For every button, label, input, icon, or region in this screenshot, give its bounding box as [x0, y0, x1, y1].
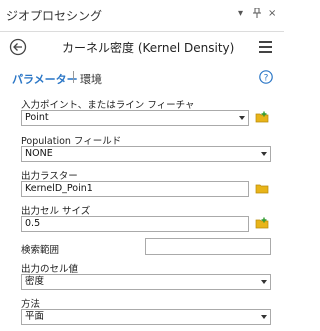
- output-raster-value: KernelD_Poin1: [25, 183, 93, 194]
- search-radius-input[interactable]: [145, 238, 271, 255]
- output-raster-label: 出力ラスター: [21, 171, 78, 182]
- output-values-dropdown[interactable]: 密度: [21, 274, 271, 290]
- pane-title: ジオプロセシング: [6, 9, 103, 23]
- back-arrow-icon[interactable]: [9, 38, 27, 56]
- input-features-dropdown[interactable]: Point: [21, 110, 249, 126]
- method-dropdown[interactable]: 平面: [21, 309, 271, 325]
- input-features-label: 入力ポイント、またはライン フィーチャ: [21, 100, 195, 111]
- tab-environments[interactable]: 環境: [80, 71, 102, 87]
- dropdown-arrow-icon: [239, 116, 245, 120]
- help-icon[interactable]: ?: [259, 70, 273, 84]
- population-field-value: NONE: [25, 148, 53, 159]
- tab-divider: [73, 71, 74, 83]
- dropdown-arrow-icon: [261, 152, 267, 156]
- folder-icon[interactable]: [255, 111, 269, 123]
- tab-parameters[interactable]: パラメーター: [12, 71, 78, 87]
- input-features-value: Point: [25, 112, 49, 123]
- pin-icon[interactable]: [253, 7, 261, 21]
- dropdown-arrow-icon: [261, 280, 267, 284]
- pane-titlebar: ジオプロセシング ▾ ×: [0, 0, 284, 32]
- close-icon[interactable]: ×: [268, 8, 276, 19]
- cell-size-label: 出力セル サイズ: [21, 206, 91, 217]
- method-value: 平面: [25, 311, 45, 322]
- tab-bar: パラメーター 環境: [0, 67, 284, 87]
- pane-options-icon[interactable]: ▾: [238, 8, 243, 19]
- search-radius-label: 検索範囲: [21, 245, 60, 256]
- geoprocessing-pane: ジオプロセシング ▾ × カーネル密度 (Kernel Density) パラメ…: [0, 0, 284, 331]
- folder-icon[interactable]: [255, 217, 269, 229]
- output-raster-input[interactable]: KernelD_Poin1: [21, 181, 249, 197]
- method-label: 方法: [21, 299, 41, 310]
- tool-title: カーネル密度 (Kernel Density): [62, 41, 235, 55]
- output-values-label: 出力のセル値: [21, 264, 79, 275]
- hamburger-menu-icon[interactable]: [259, 41, 272, 53]
- dropdown-arrow-icon: [261, 315, 267, 319]
- tool-header: カーネル密度 (Kernel Density): [0, 33, 284, 63]
- svg-text:?: ?: [264, 74, 269, 84]
- output-values-value: 密度: [25, 276, 45, 287]
- cell-size-input[interactable]: 0.5: [21, 216, 249, 232]
- cell-size-value: 0.5: [25, 218, 41, 229]
- population-field-dropdown[interactable]: NONE: [21, 146, 271, 162]
- population-field-label: Population フィールド: [21, 136, 122, 147]
- folder-icon[interactable]: [255, 182, 269, 194]
